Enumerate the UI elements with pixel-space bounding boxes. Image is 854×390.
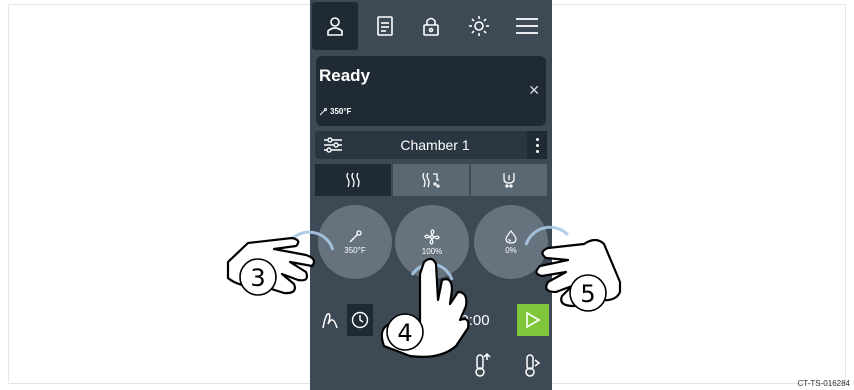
hand-pointer-icon: 3 [226,236,316,296]
callout-3: 3 [250,264,265,292]
arc-highlight [524,225,570,246]
callout-5: 5 [580,280,595,308]
document-id: CT-TS-016284 [797,379,850,388]
callout-overlay: 3 4 5 [226,225,622,358]
hand-pointer-icon: 4 [380,257,470,358]
callout-4: 4 [397,319,412,347]
hand-pointer-icon: 5 [535,238,622,312]
